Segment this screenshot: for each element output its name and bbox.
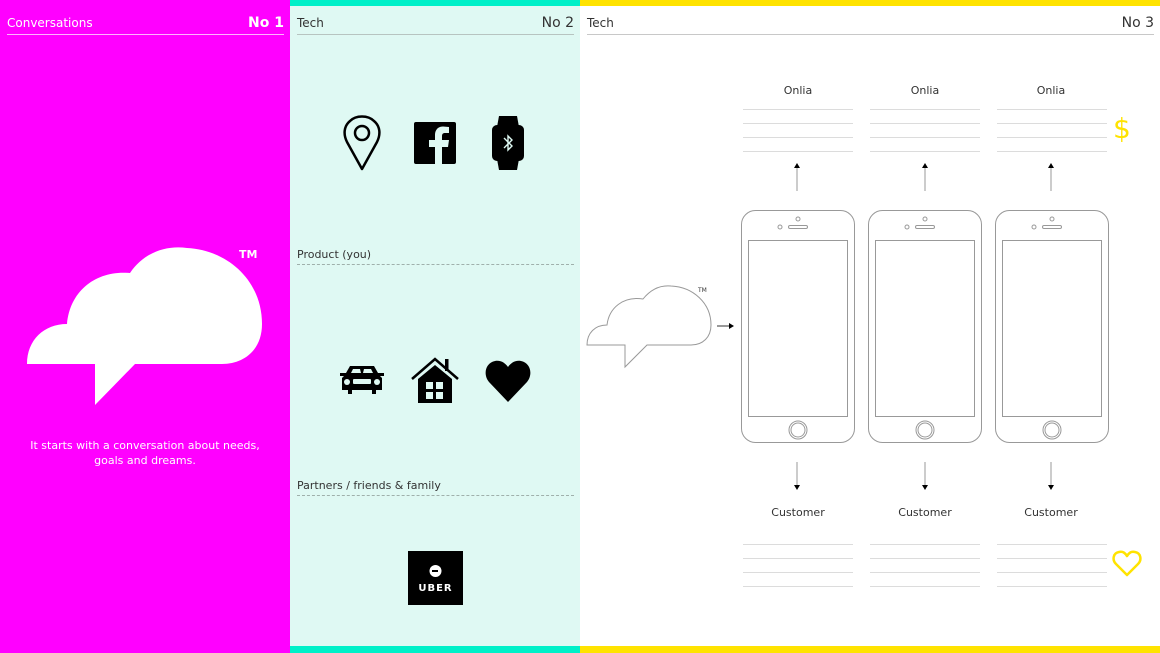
accent-bar-top <box>580 0 1160 6</box>
uber-logo-icon: UBER <box>408 551 463 605</box>
arrow-up-icon <box>1048 163 1054 191</box>
arrow-up-icon <box>794 163 800 191</box>
onlia-label: Onlia <box>1036 84 1066 97</box>
arrow-down-icon <box>1048 462 1054 490</box>
facebook-icon <box>414 122 456 164</box>
panel-number: No 3 <box>1121 15 1154 31</box>
trademark-label: TM <box>239 248 257 261</box>
panel-title: Conversations <box>7 16 93 30</box>
tagline: It starts with a conversation about need… <box>30 439 260 467</box>
tech-flow-panel: Tech No 3 TM Onlia Customer Onlia Custom… <box>580 0 1160 653</box>
note-lines <box>743 109 853 165</box>
note-lines <box>997 544 1107 600</box>
heart-outline-icon <box>1112 550 1142 577</box>
phone-outline-icon <box>995 210 1109 443</box>
panel-header: Tech No 2 <box>297 14 574 35</box>
onlia-label: Onlia <box>783 84 813 97</box>
house-icon <box>411 357 459 403</box>
dollar-icon: $ <box>1113 112 1131 145</box>
note-lines <box>997 109 1107 165</box>
uber-logo-text: UBER <box>418 583 452 594</box>
note-lines <box>870 109 980 165</box>
heart-icon <box>485 360 531 402</box>
customer-label: Customer <box>771 506 825 519</box>
note-lines <box>743 544 853 600</box>
phone-outline-icon <box>868 210 982 443</box>
panel-header: Tech No 3 <box>587 14 1154 35</box>
customer-label: Customer <box>898 506 952 519</box>
conversations-panel: Conversations No 1 TM It starts with a c… <box>0 0 290 653</box>
chat-cloud-icon: TM <box>27 247 262 405</box>
chat-cloud-outline-icon: TM <box>586 285 712 369</box>
customer-label: Customer <box>1024 506 1078 519</box>
onlia-label: Onlia <box>910 84 940 97</box>
accent-bar-bottom <box>290 646 580 653</box>
arrow-down-icon <box>922 462 928 490</box>
panel-title: Tech <box>297 16 324 30</box>
arrow-down-icon <box>794 462 800 490</box>
panel-header: Conversations No 1 <box>7 14 284 35</box>
panel-number: No 2 <box>541 15 574 31</box>
arrow-up-icon <box>922 163 928 191</box>
note-lines <box>870 544 980 600</box>
accent-bar-bottom <box>580 646 1160 653</box>
trademark-label: TM <box>697 287 707 294</box>
arrow-right-icon <box>717 323 734 329</box>
phone-outline-icon <box>741 210 855 443</box>
panel-number: No 1 <box>248 15 284 31</box>
tech-panel: Tech No 2 Product (you) Partners / frien… <box>290 0 580 653</box>
partners-section-label: Partners / friends & family <box>297 479 574 496</box>
smartwatch-bluetooth-icon <box>492 116 524 170</box>
panel-title: Tech <box>587 16 614 30</box>
car-icon <box>340 366 384 394</box>
location-pin-icon <box>343 115 381 171</box>
accent-bar-top <box>290 0 580 6</box>
product-section-label: Product (you) <box>297 248 574 265</box>
